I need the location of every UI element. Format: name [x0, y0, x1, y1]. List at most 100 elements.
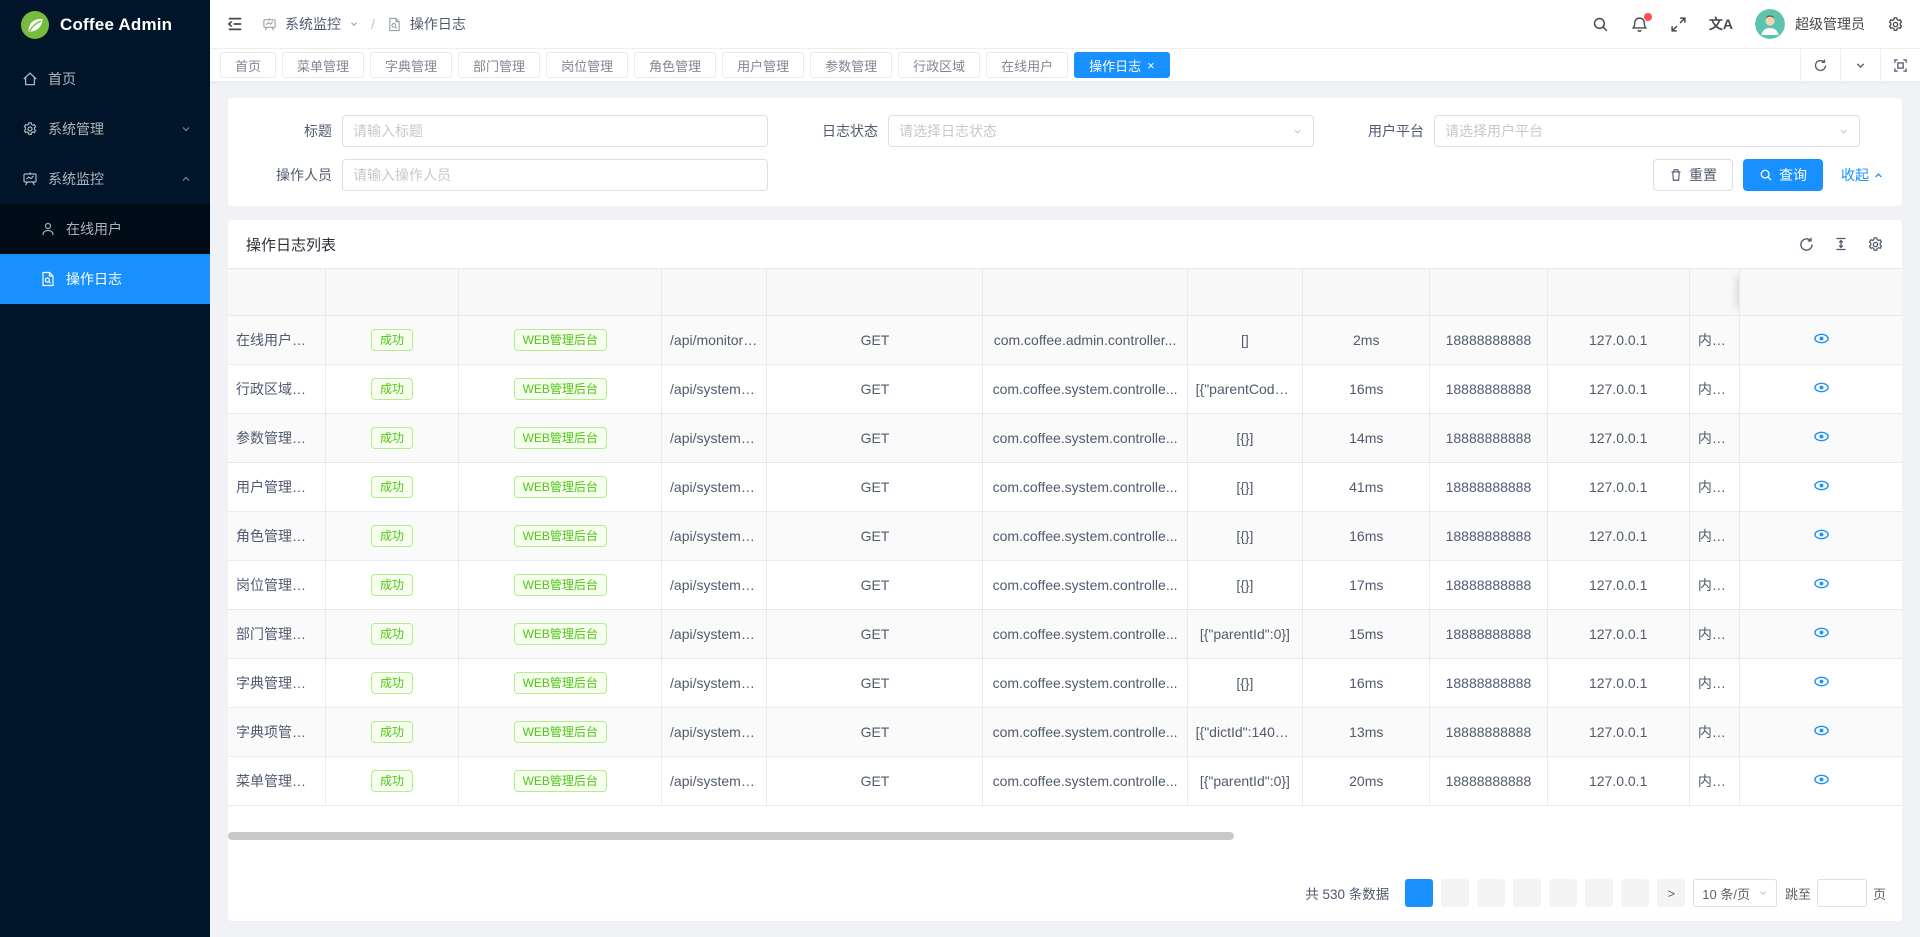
tab-close-icon[interactable]: × — [1147, 59, 1155, 72]
cell-status: 成功 — [325, 659, 459, 708]
view-detail-eye-icon[interactable] — [1813, 673, 1830, 690]
cell-platform: WEB管理后台 — [459, 512, 662, 561]
cell-ip: 127.0.0.1 — [1547, 708, 1689, 757]
column-settings-gear-icon[interactable] — [1867, 236, 1884, 253]
status-badge: 成功 — [371, 574, 413, 596]
filter-platform-field: 用户平台 请选择用户平台 — [1338, 115, 1884, 147]
cell-title: 字典管理分页查询 — [228, 659, 325, 708]
view-detail-eye-icon[interactable] — [1813, 379, 1830, 396]
tab[interactable]: 字典管理 — [370, 52, 452, 78]
page-button[interactable] — [1513, 879, 1541, 907]
tab[interactable]: 部门管理 — [458, 52, 540, 78]
sidebar-item-system-monitor[interactable]: 系统监控 — [0, 154, 210, 204]
bell-icon[interactable] — [1631, 16, 1648, 33]
platform-badge: WEB管理后台 — [514, 672, 607, 694]
reset-button[interactable]: 重置 — [1653, 159, 1733, 191]
view-detail-eye-icon[interactable] — [1813, 722, 1830, 739]
sidebar-item-system-manage[interactable]: 系统管理 — [0, 104, 210, 154]
page-button[interactable] — [1441, 879, 1469, 907]
chevron-down-icon[interactable] — [349, 19, 359, 29]
view-detail-eye-icon[interactable] — [1813, 477, 1830, 494]
tab[interactable]: 在线用户 — [986, 52, 1068, 78]
cell-request-url: /api/system/sysDict/page — [662, 659, 767, 708]
main-area: 系统监控 / 操作日志 文A 超级管理 — [210, 0, 1920, 937]
cell-actions — [1740, 659, 1902, 708]
fullscreen-icon[interactable] — [1670, 16, 1687, 33]
platform-badge: WEB管理后台 — [514, 574, 607, 596]
scrollbar-thumb[interactable] — [228, 832, 1234, 840]
page-button[interactable] — [1405, 879, 1433, 907]
cell-params: [{}] — [1187, 561, 1303, 610]
avatar[interactable] — [1755, 9, 1785, 39]
maximize-icon[interactable] — [1880, 49, 1920, 81]
cell-handler: com.coffee.system.controlle... — [983, 708, 1187, 757]
breadcrumb-parent[interactable]: 系统监控 — [285, 14, 341, 34]
table-header-cell — [1547, 269, 1689, 316]
tab[interactable]: 行政区域 — [898, 52, 980, 78]
page-button[interactable] — [1621, 879, 1649, 907]
tab[interactable]: 菜单管理 — [282, 52, 364, 78]
page-button[interactable] — [1585, 879, 1613, 907]
user-icon — [40, 221, 56, 237]
page-buttons — [1405, 879, 1649, 907]
tab[interactable]: 角色管理 — [634, 52, 716, 78]
view-detail-eye-icon[interactable] — [1813, 330, 1830, 347]
monitor-board-icon — [22, 171, 38, 187]
current-user-name[interactable]: 超级管理员 — [1795, 14, 1865, 34]
next-page-button[interactable]: > — [1657, 879, 1685, 907]
cell-status: 成功 — [325, 414, 459, 463]
collapse-link-label: 收起 — [1841, 165, 1869, 185]
cell-handler: com.coffee.system.controlle... — [983, 659, 1187, 708]
sidebar-item-operation-log[interactable]: 操作日志 — [0, 254, 210, 304]
cell-actions — [1740, 757, 1902, 806]
search-button[interactable]: 查询 — [1743, 159, 1823, 191]
cell-handler: com.coffee.system.controlle... — [983, 414, 1187, 463]
view-detail-eye-icon[interactable] — [1813, 575, 1830, 592]
cell-request-url: /api/system/sysArea/page — [662, 365, 767, 414]
page-size-select[interactable]: 10 条/页 — [1693, 879, 1777, 907]
row-height-icon[interactable] — [1833, 236, 1849, 252]
tab[interactable]: 操作日志 × — [1074, 52, 1170, 78]
title-input[interactable] — [353, 123, 757, 139]
tab-label: 岗位管理 — [561, 56, 613, 75]
search-icon[interactable] — [1592, 16, 1609, 33]
status-select[interactable]: 请选择日志状态 — [888, 115, 1314, 147]
sidebar-item-online-users[interactable]: 在线用户 — [0, 204, 210, 254]
tab[interactable]: 岗位管理 — [546, 52, 628, 78]
view-detail-eye-icon[interactable] — [1813, 428, 1830, 445]
refresh-icon[interactable] — [1800, 49, 1840, 81]
monitor-board-icon — [262, 17, 277, 32]
cell-location: 内网IP — [1689, 561, 1739, 610]
filter-operator-field: 操作人员 — [246, 159, 792, 191]
collapse-filters-link[interactable]: 收起 — [1841, 165, 1884, 185]
view-detail-eye-icon[interactable] — [1813, 526, 1830, 543]
table-row: 角色管理分页查询 成功 WEB管理后台 /api/system/sysRole/… — [228, 512, 1902, 561]
table-row: 用户管理分页查询 成功 WEB管理后台 /api/system/sysUser/… — [228, 463, 1902, 512]
cell-request-method: GET — [767, 316, 983, 365]
cell-duration: 17ms — [1303, 561, 1430, 610]
cell-duration: 20ms — [1303, 757, 1430, 806]
sidebar-fold-icon[interactable] — [226, 15, 244, 33]
refresh-icon[interactable] — [1798, 236, 1815, 253]
settings-gear-icon[interactable] — [1887, 16, 1904, 33]
table-row: 在线用户分页查询 成功 WEB管理后台 /api/monitor/online/… — [228, 316, 1902, 365]
page-button[interactable] — [1549, 879, 1577, 907]
cell-operator: 18888888888 — [1430, 512, 1547, 561]
view-detail-eye-icon[interactable] — [1813, 771, 1830, 788]
cell-status: 成功 — [325, 708, 459, 757]
chevron-down-icon[interactable] — [1840, 49, 1880, 81]
jump-page-input[interactable] — [1817, 879, 1867, 907]
view-detail-eye-icon[interactable] — [1813, 624, 1830, 641]
tab[interactable]: 参数管理 — [810, 52, 892, 78]
page-button[interactable] — [1477, 879, 1505, 907]
sidebar-item-home[interactable]: 首页 — [0, 54, 210, 104]
cell-platform: WEB管理后台 — [459, 610, 662, 659]
status-badge: 成功 — [371, 329, 413, 351]
platform-select[interactable]: 请选择用户平台 — [1434, 115, 1860, 147]
tab[interactable]: 首页 — [220, 52, 276, 78]
cell-request-method: GET — [767, 708, 983, 757]
operator-input[interactable] — [353, 167, 757, 183]
tab[interactable]: 用户管理 — [722, 52, 804, 78]
cell-request-method: GET — [767, 463, 983, 512]
language-icon[interactable]: 文A — [1709, 14, 1733, 34]
